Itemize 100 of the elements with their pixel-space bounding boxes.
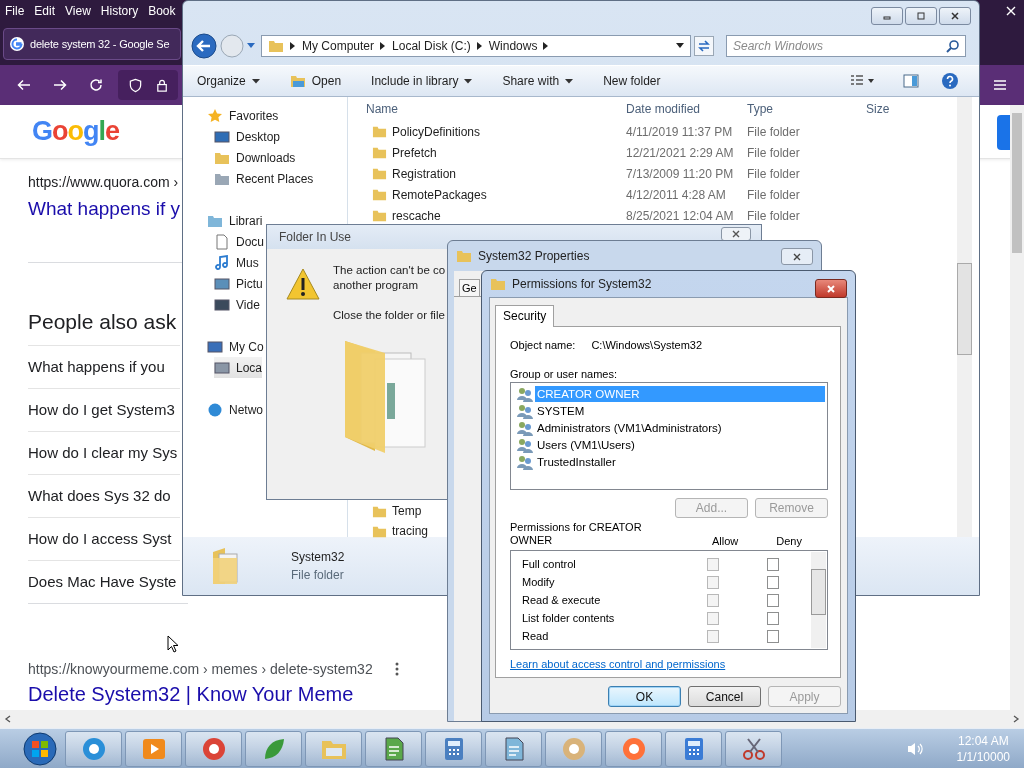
checkbox[interactable] bbox=[767, 593, 779, 607]
taskbar-button[interactable] bbox=[65, 730, 122, 767]
question-item[interactable]: How do I clear my Sys bbox=[28, 444, 178, 461]
dialog-button[interactable]: Cancel bbox=[688, 686, 761, 707]
close-button[interactable] bbox=[721, 227, 751, 241]
user-item[interactable]: Administrators (VM1\Administrators) bbox=[535, 419, 825, 436]
result-title[interactable]: Delete System32 | Know Your Meme bbox=[28, 683, 399, 706]
menu-item[interactable]: Edit bbox=[34, 4, 56, 18]
start-button[interactable] bbox=[22, 730, 58, 767]
scroll-right-icon[interactable] bbox=[1012, 715, 1020, 723]
nav-item[interactable]: Netwo bbox=[207, 399, 263, 420]
taskbar-button[interactable] bbox=[305, 730, 362, 767]
nav-item[interactable]: Loca bbox=[214, 357, 263, 378]
nav-item[interactable]: Docu bbox=[214, 231, 264, 252]
user-item[interactable]: SYSTEM bbox=[535, 402, 825, 419]
result-title[interactable]: What happens if y bbox=[28, 196, 182, 222]
forward-icon[interactable] bbox=[52, 77, 68, 93]
taskbar-button[interactable] bbox=[605, 730, 662, 767]
menu-item[interactable]: History bbox=[100, 4, 139, 18]
help-link[interactable]: Learn about access control and permissions bbox=[510, 658, 726, 670]
nav-item[interactable]: Pictu bbox=[214, 273, 263, 294]
question-item[interactable]: How do I get System3 bbox=[28, 401, 175, 418]
checkbox[interactable] bbox=[767, 629, 779, 643]
scrollbar[interactable] bbox=[957, 97, 972, 537]
checkbox[interactable] bbox=[767, 557, 779, 571]
nav-item[interactable]: Mus bbox=[214, 252, 259, 273]
dialog-button[interactable]: OK bbox=[608, 686, 681, 707]
checkbox[interactable] bbox=[707, 575, 720, 589]
file-name[interactable]: RemotePackages bbox=[366, 187, 626, 202]
address-bar[interactable]: My Computer Local Disk (C:) Windows bbox=[261, 35, 691, 57]
nav-item[interactable]: Desktop bbox=[214, 126, 281, 147]
volume-icon[interactable] bbox=[905, 740, 924, 757]
menu-item[interactable]: File bbox=[5, 4, 25, 18]
close-button[interactable] bbox=[939, 7, 971, 25]
nav-item[interactable]: Downloads bbox=[214, 147, 296, 168]
tab[interactable]: Security bbox=[495, 305, 555, 327]
column-header[interactable]: Type bbox=[747, 102, 866, 116]
address-bar[interactable] bbox=[118, 70, 178, 100]
file-name[interactable]: Temp bbox=[366, 503, 424, 519]
refresh-button[interactable] bbox=[694, 35, 714, 57]
toolbar-button[interactable]: New folder bbox=[603, 74, 661, 88]
file-name[interactable]: Registration bbox=[366, 166, 626, 181]
tab[interactable]: Ge bbox=[459, 279, 480, 296]
checkbox[interactable] bbox=[767, 575, 779, 589]
taskbar-button[interactable] bbox=[485, 730, 542, 767]
toolbar-button[interactable]: Organize bbox=[197, 74, 260, 88]
checkbox[interactable] bbox=[707, 629, 720, 643]
taskbar-button[interactable] bbox=[245, 730, 302, 767]
taskbar-button[interactable] bbox=[665, 730, 722, 767]
breadcrumb[interactable]: My Computer bbox=[302, 39, 375, 53]
more-icon[interactable] bbox=[394, 662, 399, 676]
checkbox[interactable] bbox=[707, 557, 720, 571]
caret-icon[interactable] bbox=[676, 43, 684, 49]
checkbox[interactable] bbox=[767, 611, 779, 625]
checkbox[interactable] bbox=[707, 611, 720, 625]
file-name[interactable]: tracing bbox=[366, 523, 431, 539]
taskbar-button[interactable] bbox=[725, 730, 782, 767]
file-name[interactable]: rescache bbox=[366, 208, 626, 223]
scrollbar[interactable] bbox=[811, 552, 826, 648]
search-field[interactable]: Search Windows bbox=[726, 35, 966, 57]
preview-pane-icon[interactable] bbox=[903, 74, 919, 88]
nav-item[interactable]: My Co bbox=[207, 336, 264, 357]
help-icon[interactable] bbox=[941, 72, 959, 90]
toolbar-button[interactable]: Include in library bbox=[371, 74, 473, 88]
close-button[interactable] bbox=[781, 248, 813, 265]
column-header[interactable]: Name bbox=[366, 102, 626, 116]
nav-item[interactable]: Vide bbox=[214, 294, 260, 315]
back-button[interactable] bbox=[191, 33, 217, 59]
user-item[interactable]: TrustedInstaller bbox=[535, 453, 825, 470]
maximize-button[interactable] bbox=[905, 7, 937, 25]
user-item[interactable]: Users (VM1\Users) bbox=[535, 436, 825, 453]
scrollbar[interactable] bbox=[1010, 105, 1024, 710]
checkbox[interactable] bbox=[707, 593, 720, 607]
nav-item[interactable]: Recent Places bbox=[214, 168, 314, 189]
toolbar-button[interactable]: Open bbox=[289, 74, 342, 88]
minimize-button[interactable] bbox=[871, 7, 903, 25]
taskbar-button[interactable] bbox=[125, 730, 182, 767]
nav-item[interactable]: Librari bbox=[207, 210, 263, 231]
breadcrumb[interactable]: Windows bbox=[488, 39, 538, 53]
menu-icon[interactable] bbox=[992, 77, 1008, 93]
question-item[interactable]: What happens if you bbox=[28, 358, 165, 375]
toolbar-button[interactable]: Share with bbox=[502, 74, 574, 88]
taskbar-button[interactable] bbox=[545, 730, 602, 767]
menu-item[interactable]: Book bbox=[148, 4, 176, 18]
google-logo[interactable]: Google bbox=[32, 116, 120, 147]
breadcrumb[interactable]: Local Disk (C:) bbox=[392, 39, 471, 53]
column-header[interactable]: Date modified bbox=[626, 102, 747, 116]
taskbar-button[interactable] bbox=[425, 730, 482, 767]
scroll-left-icon[interactable] bbox=[4, 715, 12, 723]
file-name[interactable]: Prefetch bbox=[366, 145, 626, 160]
nav-item[interactable]: Favorites bbox=[207, 105, 279, 126]
question-item[interactable]: Does Mac Have Syste bbox=[28, 573, 177, 590]
reload-icon[interactable] bbox=[88, 77, 104, 93]
browser-tab[interactable]: delete system 32 - Google Se bbox=[3, 27, 181, 60]
back-icon[interactable] bbox=[16, 77, 32, 93]
question-item[interactable]: How do I access Syst bbox=[28, 530, 172, 547]
column-header[interactable]: Size bbox=[866, 102, 890, 116]
question-item[interactable]: What does Sys 32 do bbox=[28, 487, 171, 504]
file-name[interactable]: PolicyDefinitions bbox=[366, 124, 626, 139]
taskbar-button[interactable] bbox=[365, 730, 422, 767]
